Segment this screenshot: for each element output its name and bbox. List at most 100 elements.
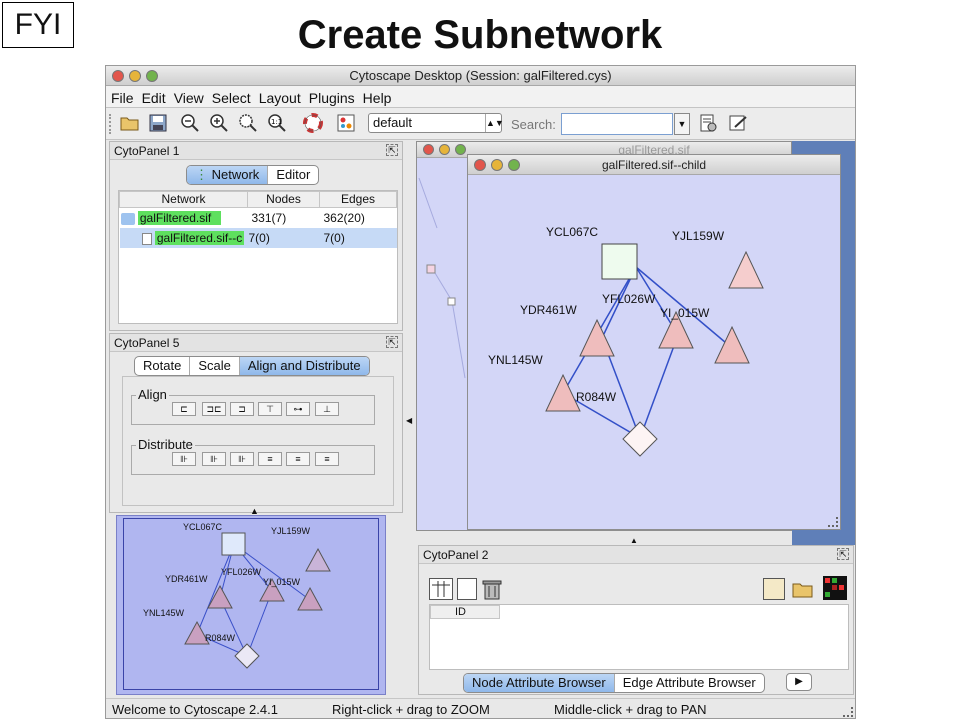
search-label: Search: xyxy=(511,117,556,132)
align-label: Align xyxy=(136,387,169,402)
table-row[interactable]: galFiltered.sif 331(7) 362(20) xyxy=(120,208,397,229)
node-YNL145W[interactable] xyxy=(545,373,581,412)
status-welcome: Welcome to Cytoscape 2.4.1 xyxy=(112,702,278,717)
layout-select-value: default xyxy=(373,115,413,130)
network-nodes: 7(0) xyxy=(248,231,270,245)
preferences-icon[interactable] xyxy=(696,113,720,135)
zoom-window-button[interactable] xyxy=(508,159,520,171)
menu-file[interactable]: File xyxy=(109,86,140,107)
align-left-icon[interactable]: ⊏ xyxy=(172,402,196,416)
distribute-bottom-icon[interactable]: ≡ xyxy=(315,452,339,466)
distribute-middle-icon[interactable]: ≡ xyxy=(286,452,310,466)
birds-eye-view[interactable]: YCL067C YJL159W YDR461W YFL026W YI_015W … xyxy=(116,515,386,695)
tab-rotate[interactable]: Rotate xyxy=(135,357,191,375)
align-top-icon[interactable]: ⊤ xyxy=(258,402,282,416)
search-dropdown-button[interactable]: ▼ xyxy=(674,113,690,135)
expand-arrow-icon[interactable]: ◀ xyxy=(406,416,412,425)
node-label-YDR461W: YDR461W xyxy=(520,303,577,317)
zoom-in-icon[interactable] xyxy=(207,113,231,135)
align-right-icon[interactable]: ⊐ xyxy=(230,402,254,416)
lifebuoy-icon[interactable] xyxy=(301,113,325,135)
node-YDR461W[interactable] xyxy=(579,318,615,357)
node-label-YJL159W: YJL159W xyxy=(672,229,725,243)
cytopanel-1-tabs: ⋮ Network Editor xyxy=(186,165,320,185)
tab-scale[interactable]: Scale xyxy=(190,357,240,375)
menu-select[interactable]: Select xyxy=(210,86,257,107)
column-network[interactable]: Network xyxy=(119,191,248,208)
minimize-window-button[interactable] xyxy=(439,144,450,155)
tab-node-attribute-browser[interactable]: Node Attribute Browser xyxy=(464,674,615,692)
new-attribute-icon[interactable] xyxy=(457,578,477,600)
trash-icon[interactable] xyxy=(481,578,503,600)
distribute-right-icon[interactable]: ⊪ xyxy=(230,452,254,466)
menu-bar: File Edit View Select Layout Plugins Hel… xyxy=(106,86,855,108)
float-panel-icon[interactable]: ⇱ xyxy=(837,548,849,560)
toolbar-grip[interactable] xyxy=(109,114,115,134)
open-folder-icon[interactable] xyxy=(791,578,815,600)
cytopanel-1-header: CytoPanel 1 ⇱ xyxy=(110,142,402,160)
menu-edit[interactable]: Edit xyxy=(140,86,172,107)
column-nodes[interactable]: Nodes xyxy=(247,191,320,208)
status-zoom-hint: Right-click + drag to ZOOM xyxy=(332,702,490,717)
node-YJL159W[interactable] xyxy=(728,250,764,289)
node-label-YIL015W: YI_015W xyxy=(660,306,710,320)
node-YCL067C[interactable] xyxy=(601,243,638,280)
zoom-out-icon[interactable] xyxy=(178,113,202,135)
collapse-arrow-icon[interactable]: ▲ xyxy=(630,536,638,545)
node-YKR084W[interactable] xyxy=(622,421,658,457)
float-panel-icon[interactable]: ⇱ xyxy=(386,144,398,156)
child-network-canvas[interactable]: YCL067C YJL159W YDR461W YFL026W YI_015W … xyxy=(468,175,840,529)
menu-help[interactable]: Help xyxy=(361,86,398,107)
tab-editor[interactable]: Editor xyxy=(268,166,318,184)
child-network-window: galFiltered.sif--child YCL067C YJL159W Y… xyxy=(467,154,841,530)
column-id[interactable]: ID xyxy=(430,605,500,619)
import-attributes-icon[interactable] xyxy=(763,578,785,600)
edit-document-icon[interactable] xyxy=(726,113,750,135)
distribute-center-icon[interactable]: ⊪ xyxy=(202,452,226,466)
select-attributes-icon[interactable] xyxy=(429,578,453,600)
child-window-title: galFiltered.sif--child xyxy=(601,158,707,172)
distribute-top-icon[interactable]: ≡ xyxy=(258,452,282,466)
save-icon[interactable] xyxy=(146,113,170,135)
close-window-button[interactable] xyxy=(423,144,434,155)
heatmap-icon[interactable] xyxy=(823,576,847,600)
child-window-titlebar[interactable]: galFiltered.sif--child xyxy=(468,155,840,175)
layout-select[interactable]: default ▲▼ xyxy=(368,113,504,133)
align-middle-icon[interactable]: ⊶ xyxy=(286,402,310,416)
cytopanel-1-title: CytoPanel 1 xyxy=(114,144,180,158)
play-arrow-icon[interactable]: ▶ xyxy=(786,673,812,691)
tab-network[interactable]: ⋮ Network xyxy=(187,166,269,184)
menu-view[interactable]: View xyxy=(172,86,210,107)
node-YIL015W[interactable] xyxy=(714,325,750,364)
network-table: Network Nodes Edges galFiltered.sif 331(… xyxy=(118,190,398,324)
align-bottom-icon[interactable]: ⊥ xyxy=(315,402,339,416)
menu-layout[interactable]: Layout xyxy=(257,86,307,107)
close-window-button[interactable] xyxy=(112,70,124,82)
status-pan-hint: Middle-click + drag to PAN xyxy=(554,702,707,717)
tab-align-distribute[interactable]: Align and Distribute xyxy=(239,357,369,375)
zoom-window-button[interactable] xyxy=(455,144,466,155)
search-input[interactable] xyxy=(561,113,673,135)
table-row[interactable]: galFiltered.sif--c 7(0) 7(0) xyxy=(119,228,397,248)
svg-text:1:1: 1:1 xyxy=(271,118,282,126)
align-center-icon[interactable]: ⊐⊏ xyxy=(202,402,226,416)
tab-edge-attribute-browser[interactable]: Edge Attribute Browser xyxy=(615,674,764,692)
birds-eye-label: YCL067C xyxy=(183,522,223,532)
zoom-window-button[interactable] xyxy=(146,70,158,82)
birds-eye-node-diamond xyxy=(234,643,260,669)
menu-plugins[interactable]: Plugins xyxy=(307,86,361,107)
open-folder-icon[interactable] xyxy=(118,113,142,135)
align-distribute-area: Align ⊏ ⊐⊏ ⊐ ⊤ ⊶ ⊥ Distribute ⊪ ⊪ ⊪ ≡ ≡ … xyxy=(122,376,394,506)
vizmapper-icon[interactable] xyxy=(334,113,358,135)
close-window-button[interactable] xyxy=(474,159,486,171)
window-titlebar[interactable]: Cytoscape Desktop (Session: galFiltered.… xyxy=(106,66,855,86)
float-panel-icon[interactable]: ⇱ xyxy=(386,336,398,348)
minimize-window-button[interactable] xyxy=(491,159,503,171)
distribute-left-icon[interactable]: ⊪ xyxy=(172,452,196,466)
minimize-window-button[interactable] xyxy=(129,70,141,82)
zoom-actual-size-icon[interactable]: 1:1 xyxy=(265,113,289,135)
column-edges[interactable]: Edges xyxy=(319,191,397,208)
zoom-selected-icon[interactable] xyxy=(236,113,260,135)
resize-handle[interactable] xyxy=(843,707,853,717)
resize-handle[interactable] xyxy=(828,517,838,527)
